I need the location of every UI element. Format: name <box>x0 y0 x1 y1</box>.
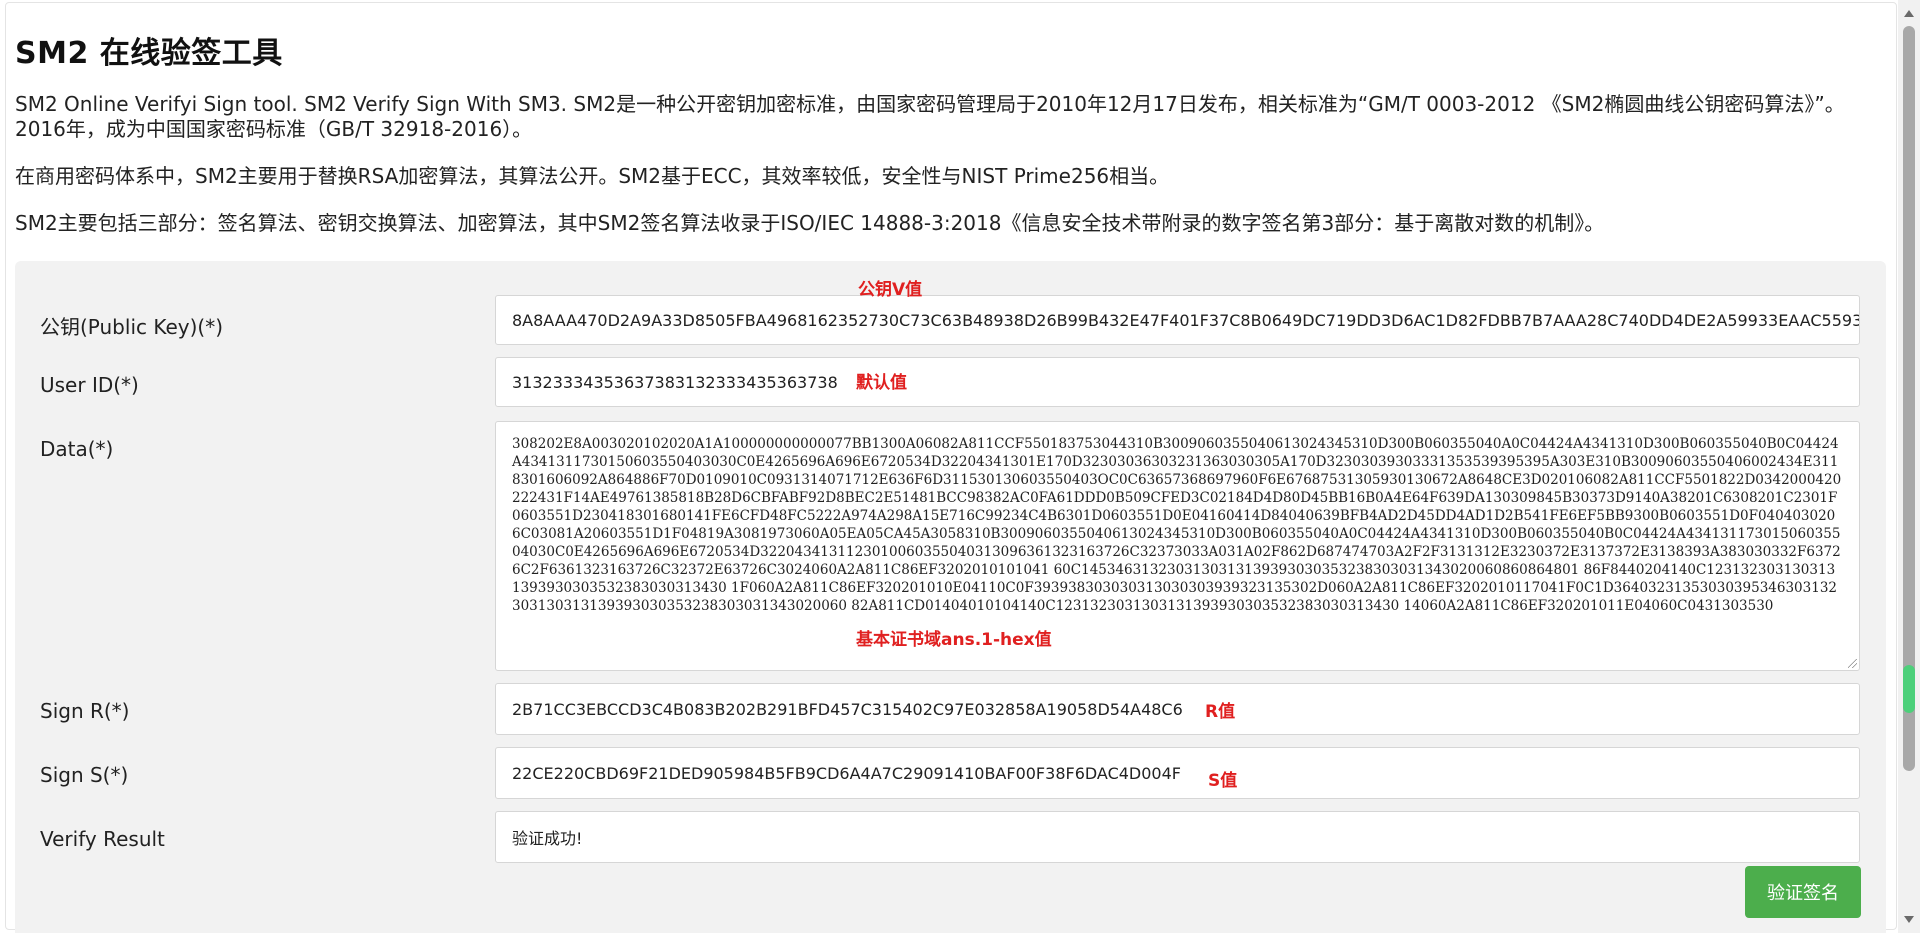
scroll-down-arrow-icon[interactable] <box>1904 916 1914 923</box>
scroll-up-arrow-icon[interactable] <box>1904 10 1914 17</box>
page: SM2 在线验签工具 SM2 Online Verifyi Sign tool.… <box>0 0 1920 933</box>
resize-grip-icon[interactable] <box>1848 659 1857 668</box>
scroll-thumb[interactable] <box>1903 26 1915 771</box>
scroll-position-indicator <box>1903 665 1915 713</box>
sign-s-annotation: S值 <box>1208 771 1238 791</box>
public-key-annotation: 公钥V值 <box>858 280 923 300</box>
sign-s-input[interactable]: 22CE220CBD69F21DED905984B5FB9CD6A4A7C290… <box>495 747 1860 799</box>
data-textarea-value: 308202E8A003020102020A1A100000000000077B… <box>512 436 1842 614</box>
composition-description: SM2主要包括三部分：签名算法、密钥交换算法、加密算法，其中SM2签名算法收录于… <box>15 211 1605 235</box>
vertical-scrollbar[interactable] <box>1898 0 1920 933</box>
public-key-input[interactable]: 8A8AAA470D2A9A33D8505FBA4968162352730C73… <box>495 295 1860 345</box>
public-key-label: 公钥(Public Key)(*) <box>40 315 224 339</box>
user-id-input[interactable]: 31323334353637383132333435363738 <box>495 357 1860 407</box>
page-title: SM2 在线验签工具 <box>15 36 283 71</box>
user-id-annotation: 默认值 <box>856 373 907 393</box>
usage-description: 在商用密码体系中，SM2主要用于替换RSA加密算法，其算法公开。SM2基于ECC… <box>15 164 1170 188</box>
verify-result-label: Verify Result <box>40 827 165 851</box>
user-id-label: User ID(*) <box>40 373 139 397</box>
sign-r-label: Sign R(*) <box>40 699 130 723</box>
data-textarea[interactable]: 308202E8A003020102020A1A100000000000077B… <box>495 421 1860 671</box>
sign-r-annotation: R值 <box>1205 702 1236 722</box>
verify-sign-button[interactable]: 验证签名 <box>1745 866 1861 918</box>
verify-result-output: 验证成功! <box>495 811 1860 863</box>
intro-description: SM2 Online Verifyi Sign tool. SM2 Verify… <box>15 92 1845 141</box>
data-label: Data(*) <box>40 437 114 461</box>
sign-s-label: Sign S(*) <box>40 763 129 787</box>
data-annotation: 基本证书域ans.1-hex值 <box>856 630 1052 650</box>
sign-r-input[interactable]: 2B71CC3EBCCD3C4B083B202B291BFD457C315402… <box>495 683 1860 735</box>
